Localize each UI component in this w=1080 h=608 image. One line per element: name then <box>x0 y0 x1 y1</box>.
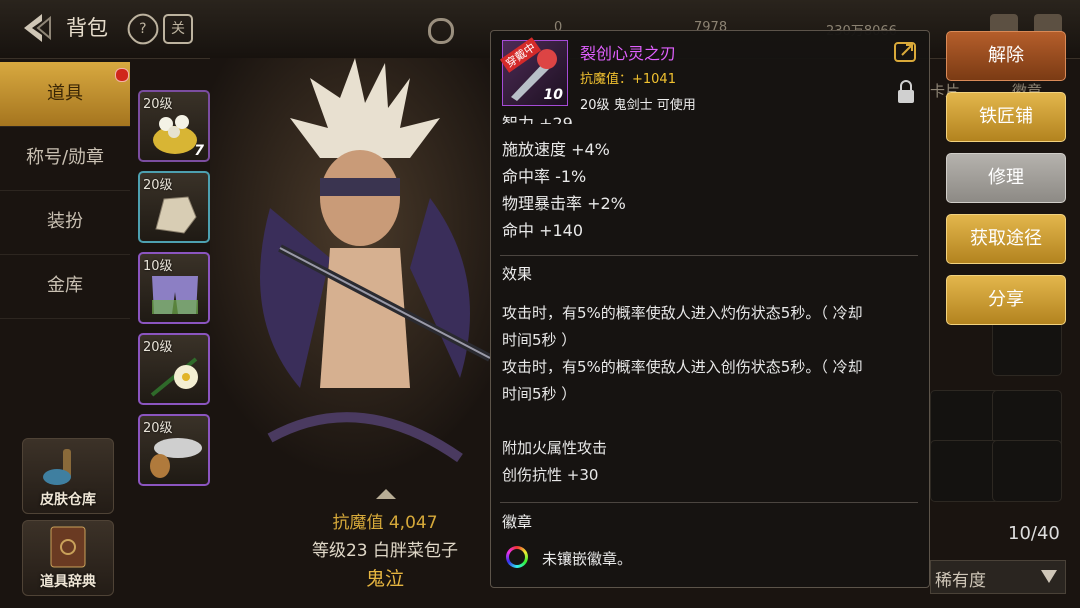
item-quantity: 7 <box>194 143 204 159</box>
effect-line: 时间5秒 ） <box>502 331 577 349</box>
bag-slot[interactable] <box>992 440 1062 502</box>
repair-button[interactable]: 修理 <box>946 153 1066 203</box>
unequip-button[interactable]: 解除 <box>946 31 1066 81</box>
tab-vault[interactable]: 金库 <box>0 254 130 319</box>
item-level: 20级 <box>143 97 173 112</box>
sort-value: 稀有度 <box>935 571 986 591</box>
sort-dropdown[interactable]: 稀有度 <box>930 560 1066 594</box>
item-name: 裂创心灵之刃 <box>580 44 677 63</box>
inventory-slot-1[interactable]: 20级 7 <box>138 90 210 162</box>
tab-titles-medals[interactable]: 称号/勋章 <box>0 126 130 191</box>
item-icon: 穿戴中 10 <box>499 37 568 106</box>
item-anti-magic: 抗魔值：+1041 <box>580 72 676 87</box>
share-button[interactable]: 分享 <box>946 275 1066 325</box>
brush-icon <box>43 449 71 485</box>
settings-icon[interactable] <box>428 18 454 44</box>
skin-storage-label: 皮肤仓库 <box>40 492 96 508</box>
item-level: 20级 <box>143 421 173 436</box>
character-info: 抗魔值 4,047 等级23 白胖菜包子 鬼泣 <box>280 508 490 591</box>
lily-icon <box>150 357 198 397</box>
notification-dot <box>115 68 129 82</box>
share-link-icon[interactable] <box>894 40 918 62</box>
stat-line: 命中 +140 <box>502 221 584 240</box>
back-arrow-icon <box>24 14 51 42</box>
character-portrait <box>210 58 500 478</box>
effect-line: 攻击时，有5%的概率使敌人进入灼伤状态5秒。（ 冷却 <box>502 304 863 322</box>
emblem-title: 徽章 <box>502 513 533 531</box>
bag-capacity: 10/40 <box>1008 523 1060 544</box>
book-icon <box>50 526 86 568</box>
emblem-socket-icon <box>506 546 528 568</box>
pants-icon <box>152 276 198 314</box>
expand-up-icon[interactable] <box>376 486 396 500</box>
lock-icon[interactable] <box>896 80 916 104</box>
item-requirement: 20级 鬼剑士 可使用 <box>580 98 696 113</box>
effect-line: 创伤抗性 +30 <box>502 466 599 484</box>
hat-icon <box>150 438 202 478</box>
inventory-slot-5[interactable]: 20级 <box>138 414 210 486</box>
divider <box>500 255 918 256</box>
inventory-slot-2[interactable]: 20级 <box>138 171 210 243</box>
glove-icon <box>155 196 197 234</box>
skin-storage-button[interactable]: 皮肤仓库 <box>22 438 114 514</box>
stat-line: 物理暴击率 +2% <box>502 194 626 213</box>
calendar-icon[interactable]: 关 <box>163 14 193 44</box>
stat-line: 命中率 -1% <box>502 167 587 186</box>
tab-avatar[interactable]: 装扮 <box>0 190 130 255</box>
character-level-name: 等级23 白胖菜包子 <box>311 541 459 561</box>
obtain-source-button[interactable]: 获取途径 <box>946 214 1066 264</box>
tab-items[interactable]: 道具 <box>0 62 130 127</box>
stat-line: 施放速度 +4% <box>502 140 610 159</box>
page-title: 背包 <box>66 16 108 40</box>
divider <box>500 502 918 503</box>
effect-line: 攻击时，有5%的概率使敌人进入创伤状态5秒。（ 冷却 <box>502 358 863 376</box>
effect-title: 效果 <box>502 265 533 283</box>
chevron-down-icon <box>1041 570 1057 583</box>
stat-line: 智力 +29 <box>502 114 573 124</box>
effect-line: 附加火属性攻击 <box>502 439 608 457</box>
item-dictionary-label: 道具辞典 <box>40 574 96 590</box>
back-button[interactable] <box>16 8 56 48</box>
emblem-status: 未镶嵌徽章。 <box>542 550 633 568</box>
inventory-slot-4[interactable]: 20级 <box>138 333 210 405</box>
inventory-slot-3[interactable]: 10级 <box>138 252 210 324</box>
bag-slot[interactable] <box>930 440 1000 502</box>
refine-level: 10 <box>543 87 563 103</box>
anti-magic-value: 抗魔值 4,047 <box>332 513 438 533</box>
item-level: 20级 <box>143 178 173 193</box>
blacksmith-button[interactable]: 铁匠铺 <box>946 92 1066 142</box>
item-dictionary-button[interactable]: 道具辞典 <box>22 520 114 596</box>
item-level: 10级 <box>143 259 173 274</box>
item-level: 20级 <box>143 340 173 355</box>
character-class: 鬼泣 <box>365 568 404 590</box>
effect-line: 时间5秒 ） <box>502 385 577 403</box>
